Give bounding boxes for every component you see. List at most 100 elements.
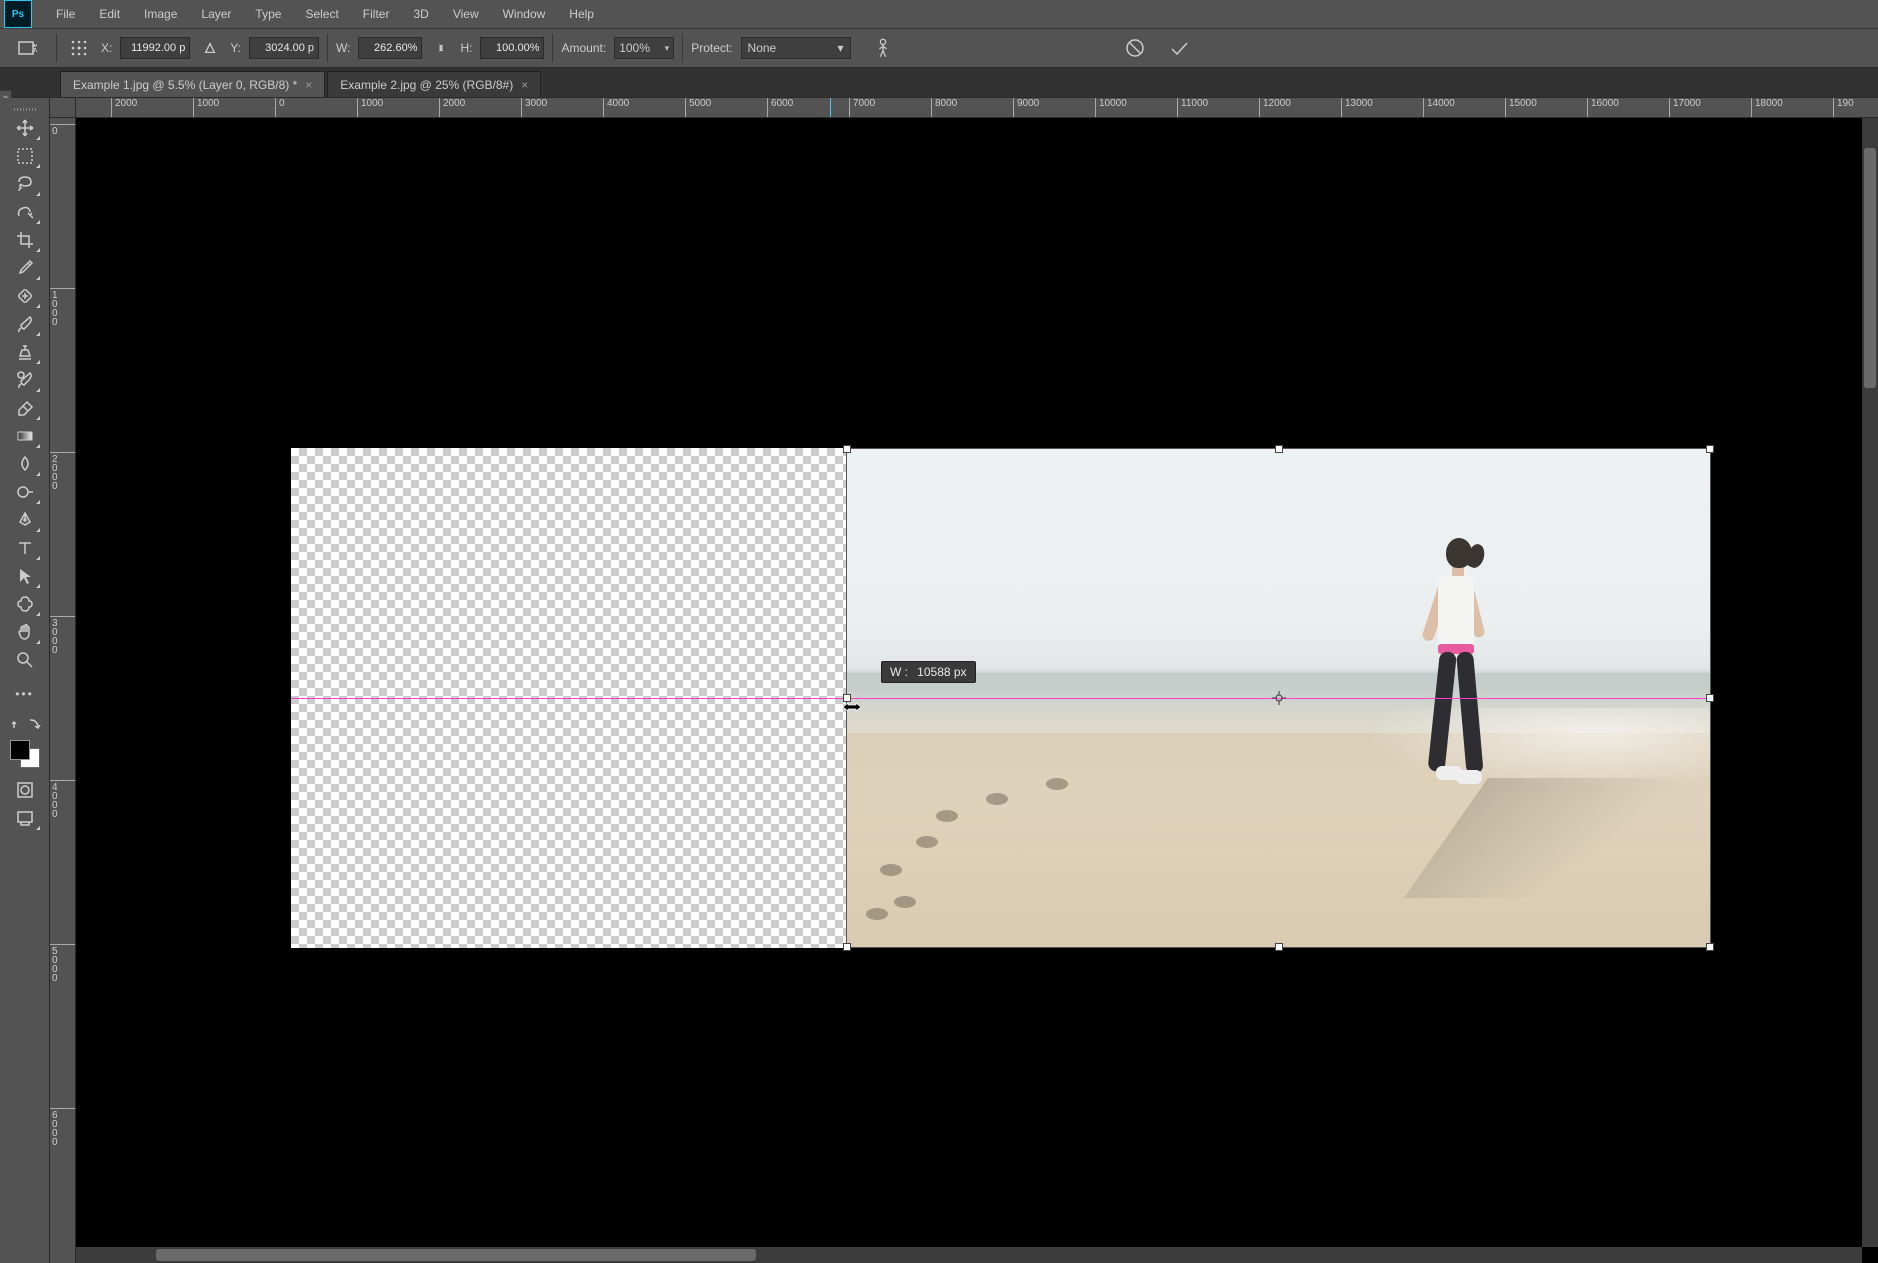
protect-skin-tones-icon[interactable] bbox=[871, 36, 895, 60]
link-aspect-icon[interactable] bbox=[430, 37, 452, 59]
ruler-tick: 1000 bbox=[50, 288, 76, 327]
eraser-tool-icon[interactable] bbox=[8, 394, 42, 422]
resize-cursor-icon bbox=[842, 700, 862, 714]
ruler-tick: 11000 bbox=[1177, 98, 1208, 118]
blur-tool-icon[interactable] bbox=[8, 450, 42, 478]
ruler-tick: 1000 bbox=[357, 98, 383, 118]
amount-label: Amount: bbox=[561, 41, 606, 55]
smart-guide-horizontal bbox=[291, 698, 1711, 699]
footprint bbox=[986, 793, 1008, 805]
document-canvas[interactable]: W : 10588 px bbox=[291, 448, 1711, 948]
marquee-tool-icon[interactable] bbox=[8, 142, 42, 170]
ruler-tick: 4000 bbox=[603, 98, 629, 118]
gradient-tool-icon[interactable] bbox=[8, 422, 42, 450]
crop-tool-icon[interactable] bbox=[8, 226, 42, 254]
ruler-tick: 7000 bbox=[849, 98, 875, 118]
close-icon[interactable]: × bbox=[305, 78, 312, 92]
delta-icon[interactable] bbox=[198, 36, 222, 60]
ruler-tick: 190 bbox=[1833, 98, 1854, 118]
healing-brush-tool-icon[interactable] bbox=[8, 282, 42, 310]
menu-view[interactable]: View bbox=[441, 0, 491, 28]
ruler-tick: 8000 bbox=[931, 98, 957, 118]
horizontal-ruler[interactable]: 2000100001000200030004000500060007000800… bbox=[76, 98, 1878, 118]
horizontal-scrollbar[interactable] bbox=[76, 1247, 1862, 1263]
ruler-tick: 6000 bbox=[767, 98, 793, 118]
vertical-scrollbar[interactable] bbox=[1862, 118, 1878, 1247]
menu-window[interactable]: Window bbox=[491, 0, 558, 28]
menu-edit[interactable]: Edit bbox=[87, 0, 132, 28]
path-selection-tool-icon[interactable] bbox=[8, 562, 42, 590]
pen-tool-icon[interactable] bbox=[8, 506, 42, 534]
chevron-down-icon: ▾ bbox=[665, 43, 670, 54]
foreground-background-colors[interactable] bbox=[8, 738, 42, 770]
x-label: X: bbox=[101, 41, 112, 55]
menu-3d[interactable]: 3D bbox=[401, 0, 440, 28]
reference-point-grid[interactable] bbox=[65, 35, 93, 61]
h-input[interactable] bbox=[480, 37, 544, 59]
ruler-tick: 5000 bbox=[50, 944, 76, 983]
amount-dropdown[interactable]: 100% ▾ bbox=[614, 37, 674, 59]
menu-filter[interactable]: Filter bbox=[351, 0, 402, 28]
measure-label: W : bbox=[890, 665, 908, 679]
close-icon[interactable]: × bbox=[521, 78, 528, 92]
clone-stamp-tool-icon[interactable] bbox=[8, 338, 42, 366]
ruler-tick: 14000 bbox=[1423, 98, 1455, 118]
brush-tool-icon[interactable] bbox=[8, 310, 42, 338]
workspace: ••• 200010000100020003000400050006000700… bbox=[0, 98, 1878, 1263]
scrollbar-thumb[interactable] bbox=[1864, 148, 1876, 388]
w-input[interactable] bbox=[358, 37, 422, 59]
zoom-tool-icon[interactable] bbox=[8, 646, 42, 674]
cancel-transform-icon[interactable] bbox=[1123, 36, 1147, 60]
x-input[interactable] bbox=[120, 37, 190, 59]
document-tab[interactable]: Example 2.jpg @ 25% (RGB/8#)× bbox=[327, 71, 541, 97]
menu-layer[interactable]: Layer bbox=[189, 0, 243, 28]
commit-transform-icon[interactable] bbox=[1167, 36, 1191, 60]
current-tool-icon[interactable] bbox=[8, 33, 48, 63]
ruler-tick: 5000 bbox=[685, 98, 711, 118]
scrollbar-thumb[interactable] bbox=[156, 1249, 756, 1261]
quick-selection-tool-icon[interactable] bbox=[8, 198, 42, 226]
lasso-tool-icon[interactable] bbox=[8, 170, 42, 198]
ruler-tick: 3000 bbox=[50, 616, 76, 655]
y-label: Y: bbox=[230, 41, 241, 55]
history-brush-tool-icon[interactable] bbox=[8, 366, 42, 394]
ruler-position-marker bbox=[830, 98, 831, 117]
separator bbox=[552, 34, 553, 62]
edit-toolbar-icon[interactable]: ••• bbox=[8, 680, 42, 708]
ruler-tick: 3000 bbox=[521, 98, 547, 118]
hand-tool-icon[interactable] bbox=[8, 618, 42, 646]
menu-image[interactable]: Image bbox=[132, 0, 189, 28]
protect-value: None bbox=[748, 41, 777, 55]
foreground-color-swatch[interactable] bbox=[10, 740, 30, 760]
document-tab-title: Example 1.jpg @ 5.5% (Layer 0, RGB/8) * bbox=[73, 78, 297, 92]
move-tool-icon[interactable] bbox=[8, 114, 42, 142]
menu-select[interactable]: Select bbox=[293, 0, 350, 28]
protect-dropdown[interactable]: None ▾ bbox=[741, 37, 851, 59]
ruler-origin[interactable] bbox=[50, 98, 76, 118]
measure-value: 10588 px bbox=[917, 665, 966, 679]
shape-tool-icon[interactable] bbox=[8, 590, 42, 618]
quick-mask-icon[interactable] bbox=[8, 776, 42, 804]
screen-mode-icon[interactable] bbox=[8, 804, 42, 832]
document-tab[interactable]: Example 1.jpg @ 5.5% (Layer 0, RGB/8) * × bbox=[60, 71, 325, 97]
document-viewport[interactable]: W : 10588 px bbox=[76, 118, 1878, 1263]
chevron-down-icon: ▾ bbox=[838, 41, 844, 55]
transform-measure-tooltip: W : 10588 px bbox=[881, 661, 976, 683]
menu-help[interactable]: Help bbox=[557, 0, 606, 28]
vertical-ruler[interactable]: 01000200030004000500060007000 bbox=[50, 118, 76, 1263]
menu-file[interactable]: File bbox=[44, 0, 87, 28]
y-input[interactable] bbox=[249, 37, 319, 59]
ruler-tick: 17000 bbox=[1669, 98, 1701, 118]
separator bbox=[56, 34, 57, 62]
protect-label: Protect: bbox=[691, 41, 732, 55]
dodge-tool-icon[interactable] bbox=[8, 478, 42, 506]
menu-type[interactable]: Type bbox=[243, 0, 293, 28]
h-label: H: bbox=[460, 41, 472, 55]
type-tool-icon[interactable] bbox=[8, 534, 42, 562]
swap-colors-icon[interactable] bbox=[8, 714, 42, 734]
separator bbox=[682, 34, 683, 62]
ruler-tick: 16000 bbox=[1587, 98, 1619, 118]
ruler-tick: 2000 bbox=[50, 452, 76, 491]
dock-grip[interactable] bbox=[0, 104, 50, 114]
eyedropper-tool-icon[interactable] bbox=[8, 254, 42, 282]
